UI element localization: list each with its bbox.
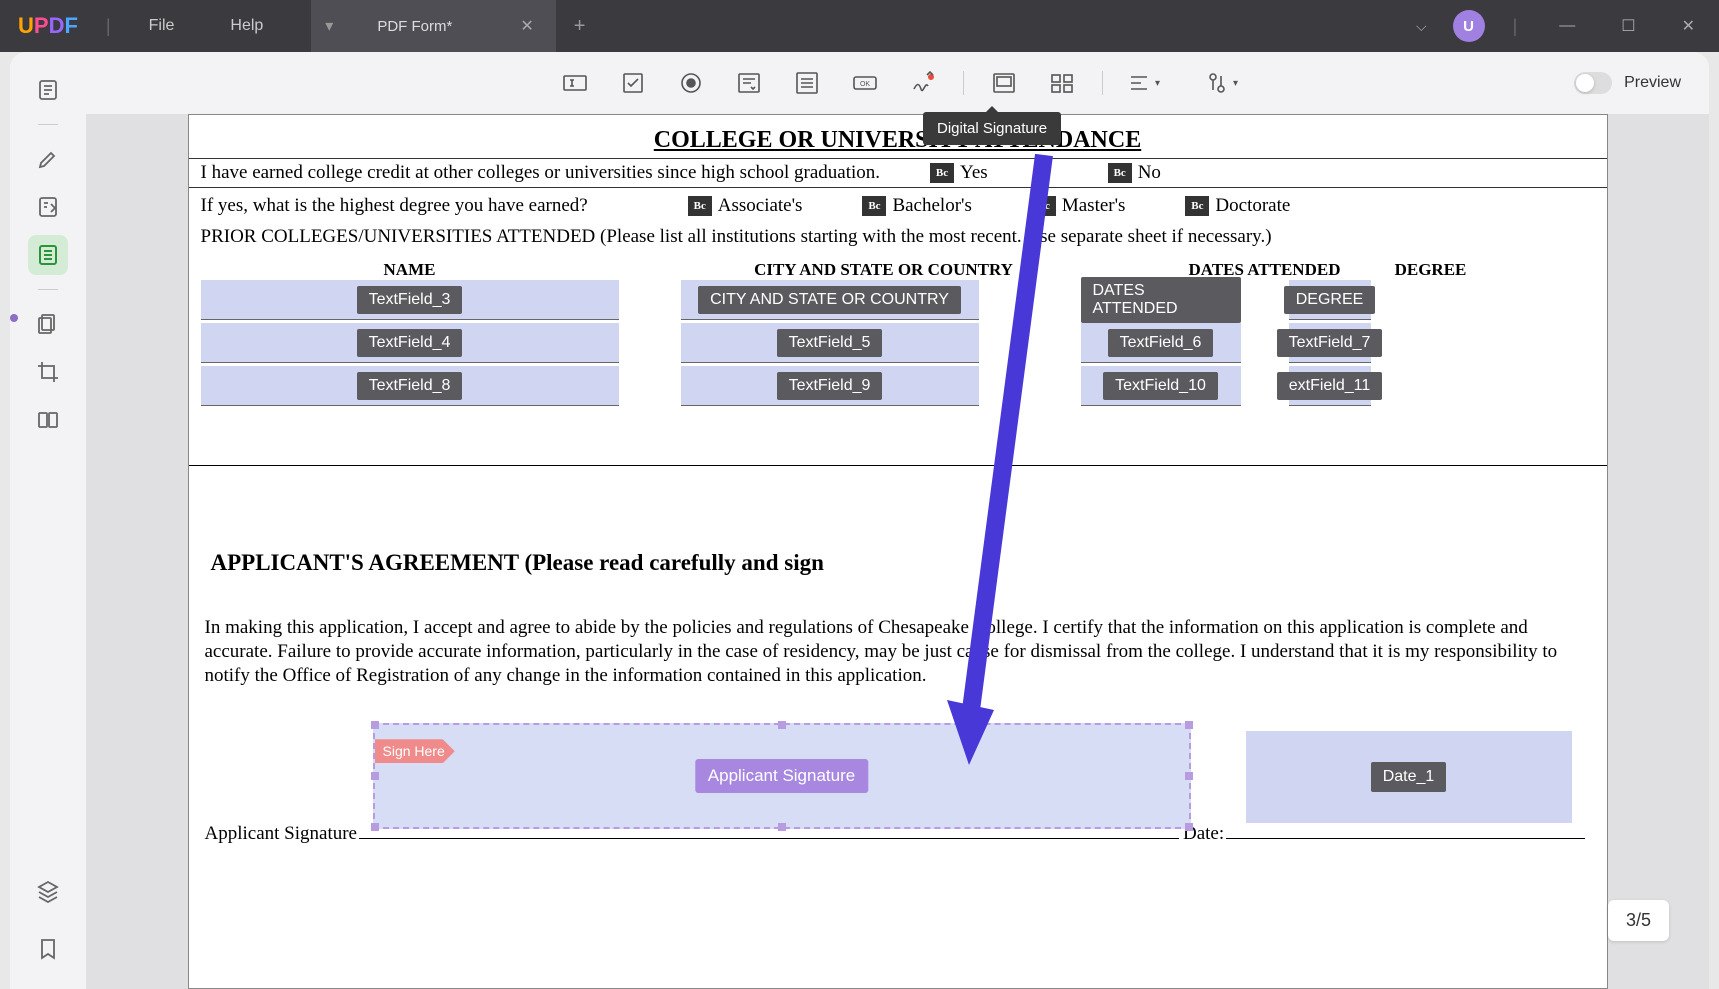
text-field[interactable]: extField_11 xyxy=(1289,366,1371,406)
checkbox-field[interactable]: Bc xyxy=(930,163,954,183)
date-field[interactable]: Date_1 xyxy=(1246,731,1572,823)
app-logo: UPDF xyxy=(0,13,96,39)
text-field[interactable]: DATES ATTENDED xyxy=(1081,280,1241,320)
divider: | xyxy=(1513,16,1518,37)
text-field-icon[interactable] xyxy=(557,65,593,101)
page-indicator[interactable]: 3/5 xyxy=(1608,900,1669,941)
tab-close-icon[interactable]: ✕ xyxy=(512,12,541,40)
preview-label: Preview xyxy=(1624,74,1681,92)
preview-toggle[interactable] xyxy=(1574,72,1612,94)
image-field-icon[interactable] xyxy=(986,65,1022,101)
table-header: NAME xyxy=(201,260,619,280)
checkbox-field[interactable]: Bc xyxy=(862,196,886,216)
text-field[interactable]: TextField_6 xyxy=(1081,323,1241,363)
layers-icon[interactable] xyxy=(28,871,68,911)
close-button[interactable]: ✕ xyxy=(1668,16,1709,36)
signature-field[interactable]: Sign Here Applicant Signature xyxy=(373,723,1191,829)
form-icon[interactable] xyxy=(28,235,68,275)
sidebar-indicator-dot xyxy=(10,314,18,322)
form-text: If yes, what is the highest degree you h… xyxy=(201,195,588,217)
thumbnail-icon[interactable] xyxy=(28,70,68,110)
tools-icon[interactable]: ▾ xyxy=(1203,65,1239,101)
menu-file[interactable]: File xyxy=(121,17,203,35)
document-tab[interactable]: ▾ PDF Form* ✕ xyxy=(311,0,555,52)
crop-icon[interactable] xyxy=(28,352,68,392)
page-organize-icon[interactable] xyxy=(28,304,68,344)
text-field[interactable]: TextField_8 xyxy=(201,366,619,406)
bookmark-icon[interactable] xyxy=(28,929,68,969)
section-header: COLLEGE OR UNIVERSITY ATTENDANCE xyxy=(189,115,1607,159)
option-label: Bachelor's xyxy=(892,195,971,217)
table-header: CITY AND STATE OR COUNTRY xyxy=(679,260,1089,280)
edit-text-icon[interactable] xyxy=(28,187,68,227)
barcode-icon[interactable] xyxy=(1044,65,1080,101)
form-toolbar: OK ▾ ▾ Preview xyxy=(86,52,1709,114)
text-field[interactable]: TextField_3 xyxy=(201,280,619,320)
signature-label: Applicant Signature xyxy=(205,823,358,845)
align-icon[interactable]: ▾ xyxy=(1125,65,1161,101)
svg-text:OK: OK xyxy=(859,81,869,88)
tab-dropdown-icon[interactable]: ▾ xyxy=(325,16,333,36)
text-field[interactable]: TextField_7 xyxy=(1289,323,1371,363)
text-field[interactable]: TextField_4 xyxy=(201,323,619,363)
chevron-down-icon[interactable]: ⌵ xyxy=(1408,10,1435,43)
dropdown-icon[interactable] xyxy=(731,65,767,101)
tab-title: PDF Form* xyxy=(377,18,452,35)
text-field[interactable]: TextField_9 xyxy=(681,366,979,406)
agreement-header: APPLICANT'S AGREEMENT (Please read caref… xyxy=(189,466,1607,576)
maximize-button[interactable]: ☐ xyxy=(1607,16,1649,36)
text-field[interactable]: DEGREE xyxy=(1289,280,1371,320)
menu-help[interactable]: Help xyxy=(202,17,291,35)
text-field[interactable]: TextField_10 xyxy=(1081,366,1241,406)
option-label: Associate's xyxy=(718,195,803,217)
minimize-button[interactable]: — xyxy=(1545,17,1589,35)
checkbox-icon[interactable] xyxy=(615,65,651,101)
sign-here-tag: Sign Here xyxy=(375,739,455,763)
option-label: Yes xyxy=(960,162,988,184)
user-avatar[interactable]: U xyxy=(1453,10,1485,42)
digital-signature-icon[interactable] xyxy=(905,65,941,101)
pdf-page: COLLEGE OR UNIVERSITY ATTENDANCE I have … xyxy=(188,114,1608,989)
option-label: Doctorate xyxy=(1215,195,1290,217)
option-label: Master's xyxy=(1062,195,1126,217)
prior-colleges-text: PRIOR COLLEGES/UNIVERSITIES ATTENDED (Pl… xyxy=(189,220,1607,254)
compare-icon[interactable] xyxy=(28,400,68,440)
signature-field-label: Applicant Signature xyxy=(695,759,868,793)
pencil-icon[interactable] xyxy=(28,139,68,179)
checkbox-field[interactable]: Bc xyxy=(1185,196,1209,216)
list-box-icon[interactable] xyxy=(789,65,825,101)
text-field[interactable]: TextField_5 xyxy=(681,323,979,363)
option-label: No xyxy=(1138,162,1161,184)
text-field[interactable]: CITY AND STATE OR COUNTRY xyxy=(681,280,979,320)
add-tab-icon[interactable]: + xyxy=(556,15,604,38)
agreement-body: In making this application, I accept and… xyxy=(189,576,1607,687)
radio-button-icon[interactable] xyxy=(673,65,709,101)
table-header: DEGREE xyxy=(1381,260,1481,280)
form-text: I have earned college credit at other co… xyxy=(201,162,881,184)
title-bar: UPDF | File Help ▾ PDF Form* ✕ + ⌵ U | —… xyxy=(0,0,1719,52)
checkbox-field[interactable]: Bc xyxy=(1108,163,1132,183)
divider: | xyxy=(106,16,111,37)
document-viewport[interactable]: COLLEGE OR UNIVERSITY ATTENDANCE I have … xyxy=(86,114,1709,989)
left-sidebar xyxy=(10,52,86,989)
tooltip-digital-signature: Digital Signature xyxy=(923,112,1061,145)
checkbox-field[interactable]: Bc xyxy=(1032,196,1056,216)
button-icon[interactable]: OK xyxy=(847,65,883,101)
checkbox-field[interactable]: Bc xyxy=(688,196,712,216)
